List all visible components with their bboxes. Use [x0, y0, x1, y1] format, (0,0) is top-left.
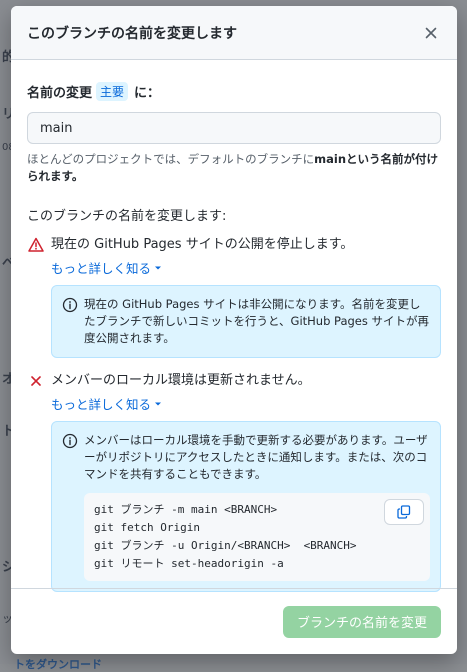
info-icon [62, 433, 78, 449]
rename-label: 名前の変更 主要 に： [27, 80, 441, 102]
branch-name-input[interactable] [27, 112, 441, 144]
naming-hint: ほとんどのプロジェクトでは、デフォルトのブランチにmainという名前が付けられま… [27, 151, 441, 185]
rename-label-suffix: に： [134, 85, 161, 101]
info-text: メンバーはローカル環境を手動で更新する必要があります。ユーザーがリポジトリにアク… [84, 433, 428, 481]
rename-branch-button[interactable]: ブランチの名前を変更 [282, 605, 441, 638]
copy-icon [397, 505, 411, 519]
caret-down-icon [155, 266, 162, 269]
rename-branch-dialog: このブランチの名前を変更します 名前の変更 主要 に： ほとんどのプロジェクトで… [11, 6, 457, 654]
dialog-header: このブランチの名前を変更します [11, 6, 457, 60]
info-box: メンバーはローカル環境を手動で更新する必要があります。ユーザーがリポジトリにアク… [51, 421, 441, 592]
info-icon [62, 297, 78, 313]
impact-item: メンバーのローカル環境は更新されません。 もっと詳しく知る メンバーはローカル環… [27, 372, 441, 592]
hint-text: ほとんどのプロジェクトでは、デフォルトのブランチに [27, 152, 315, 166]
dialog-body: 名前の変更 主要 に： ほとんどのプロジェクトでは、デフォルトのブランチにmai… [11, 60, 457, 592]
info-box: 現在の GitHub Pages サイトは非公開になります。名前を変更したブラン… [51, 285, 441, 358]
impact-text: メンバーのローカル環境は更新されません。 [51, 373, 311, 388]
code-line: git リモート set-headorigin -a [94, 557, 284, 570]
dialog-footer: ブランチの名前を変更 [11, 588, 457, 654]
branch-name-tag: 主要 [96, 81, 129, 101]
code-line: git fetch Origin [94, 521, 200, 534]
x-icon [27, 372, 45, 390]
impact-item: 現在の GitHub Pages サイトの公開を停止します。 もっと詳しく知る … [27, 236, 441, 358]
impact-text: 現在の GitHub Pages サイトの公開を停止します。 [51, 237, 354, 252]
learn-more-label: もっと詳しく知る [51, 261, 152, 276]
dialog-title: このブランチの名前を変更します [27, 25, 237, 42]
caret-down-icon [155, 402, 162, 405]
command-code-block: git ブランチ -m main <BRANCH> git fetch Orig… [84, 493, 430, 581]
rename-label-prefix: 名前の変更 [27, 85, 93, 101]
background-link: トをダウンロード [14, 658, 102, 671]
alert-icon [27, 236, 45, 254]
close-icon [425, 27, 437, 38]
info-text: 現在の GitHub Pages サイトは非公開になります。名前を変更したブラン… [84, 297, 430, 345]
impact-section-label: このブランチの名前を変更します: [27, 209, 227, 224]
code-line: git ブランチ -u Origin/<BRANCH> <BRANCH> [94, 539, 357, 552]
learn-more-link[interactable]: もっと詳しく知る [51, 394, 162, 413]
learn-more-label: もっと詳しく知る [51, 397, 152, 412]
learn-more-link[interactable]: もっと詳しく知る [51, 258, 162, 277]
copy-button[interactable] [384, 499, 424, 525]
code-line: git ブランチ -m main <BRANCH> [94, 503, 278, 516]
close-button[interactable] [421, 23, 441, 43]
